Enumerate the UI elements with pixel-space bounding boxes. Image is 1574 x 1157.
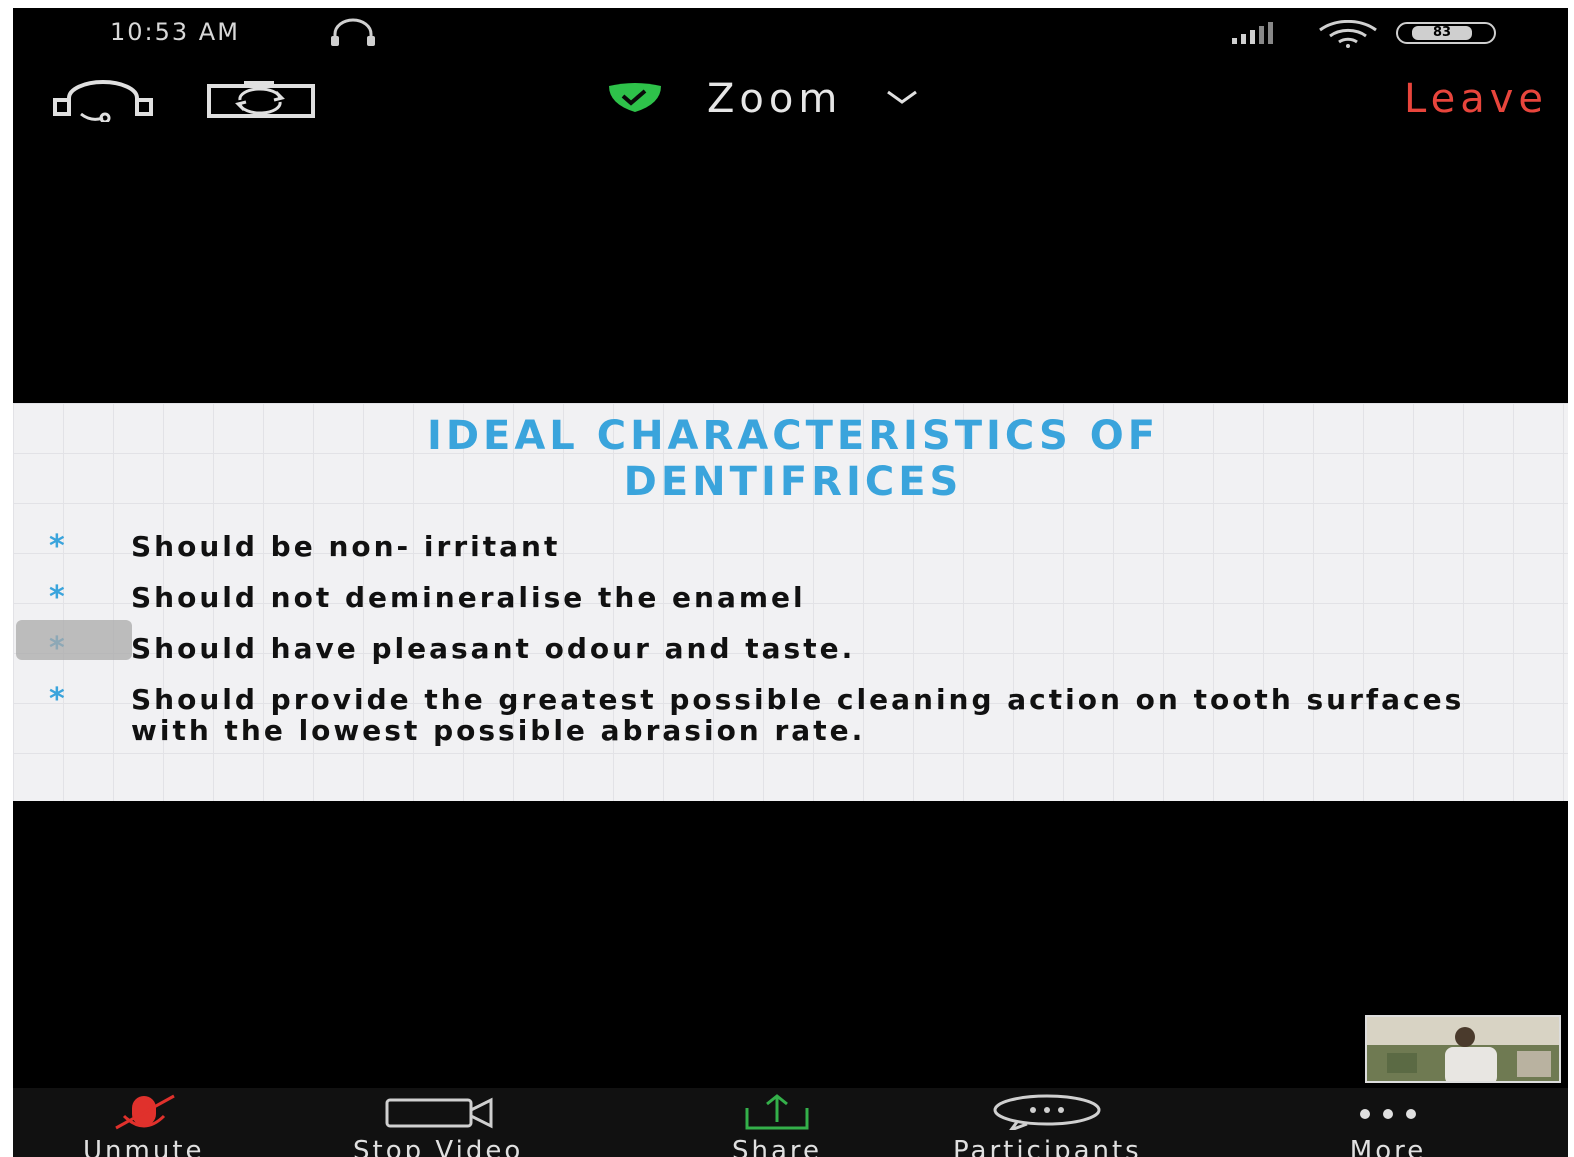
meeting-top-bar: Zoom Leave [13, 70, 1568, 130]
self-view-scene [1367, 1017, 1559, 1081]
slide-title-line-1: IDEAL CHARACTERISTICS OF [426, 413, 1160, 459]
more-label: More [1349, 1136, 1427, 1157]
bullet-text: Should have pleasant odour and taste. [131, 632, 856, 665]
wifi-icon [1316, 19, 1380, 52]
bullet-text: Should be non- irritant [131, 530, 561, 563]
meeting-toolbar: Unmute Stop Video Share Participants Mor… [13, 1088, 1568, 1157]
asterisk-bullet-icon: * [49, 529, 65, 564]
asterisk-bullet-icon: * [49, 580, 65, 615]
slide-title: IDEAL CHARACTERISTICS OF DENTIFRICES [73, 413, 1513, 505]
video-camera-icon [373, 1094, 503, 1134]
bullet-list: * Should be non- irritant * Should not d… [49, 529, 1529, 766]
list-item: * Should have pleasant odour and taste. [49, 631, 1529, 666]
share-button[interactable]: Share [727, 1094, 827, 1157]
floating-assistive-handle[interactable] [16, 620, 132, 660]
bullet-text: Should not demineralise the enamel [131, 581, 806, 614]
share-label: Share [731, 1136, 823, 1157]
headphones-status-icon [329, 18, 377, 52]
switch-camera-icon[interactable] [206, 80, 316, 124]
stop-video-button[interactable]: Stop Video [353, 1094, 523, 1157]
list-item: * Should be non- irritant [49, 529, 1529, 564]
participants-label: Participants [953, 1136, 1142, 1157]
status-time: 10:53 AM [110, 18, 240, 46]
microphone-muted-icon [104, 1094, 184, 1134]
leave-button[interactable]: Leave [1404, 76, 1548, 122]
self-view-video-thumbnail[interactable] [1365, 1015, 1561, 1083]
status-bar: 10:53 AM 83 [13, 8, 1568, 58]
cell-signal-icon [1230, 20, 1290, 50]
audio-headset-icon[interactable] [51, 78, 155, 126]
asterisk-bullet-icon: * [49, 682, 65, 717]
meeting-name: Zoom [707, 76, 843, 122]
chevron-down-icon [884, 88, 920, 110]
share-upload-icon [727, 1094, 827, 1134]
list-item: * Should provide the greatest possible c… [49, 682, 1529, 747]
zoom-meeting-screen: 10:53 AM 83 Zoom Leave IDEAL CHARACTERIS… [13, 8, 1568, 1157]
list-item: * Should not demineralise the enamel [49, 580, 1529, 615]
stop-video-label: Stop Video [353, 1136, 524, 1157]
meeting-title-dropdown[interactable]: Zoom [603, 76, 920, 122]
battery-level: 83 [1432, 25, 1452, 40]
unmute-button[interactable]: Unmute [83, 1094, 205, 1157]
shield-check-icon [603, 80, 667, 118]
participants-button[interactable]: Participants [953, 1094, 1142, 1157]
bullet-text: Should provide the greatest possible cle… [131, 683, 1465, 747]
chat-bubble-icon [987, 1094, 1107, 1134]
unmute-label: Unmute [83, 1136, 205, 1157]
shared-screen-slide: IDEAL CHARACTERISTICS OF DENTIFRICES * S… [13, 403, 1568, 801]
slide-title-line-2: DENTIFRICES [623, 459, 963, 505]
more-dots-icon [1343, 1094, 1433, 1134]
battery-icon: 83 [1396, 22, 1496, 44]
more-button[interactable]: More [1343, 1094, 1433, 1157]
